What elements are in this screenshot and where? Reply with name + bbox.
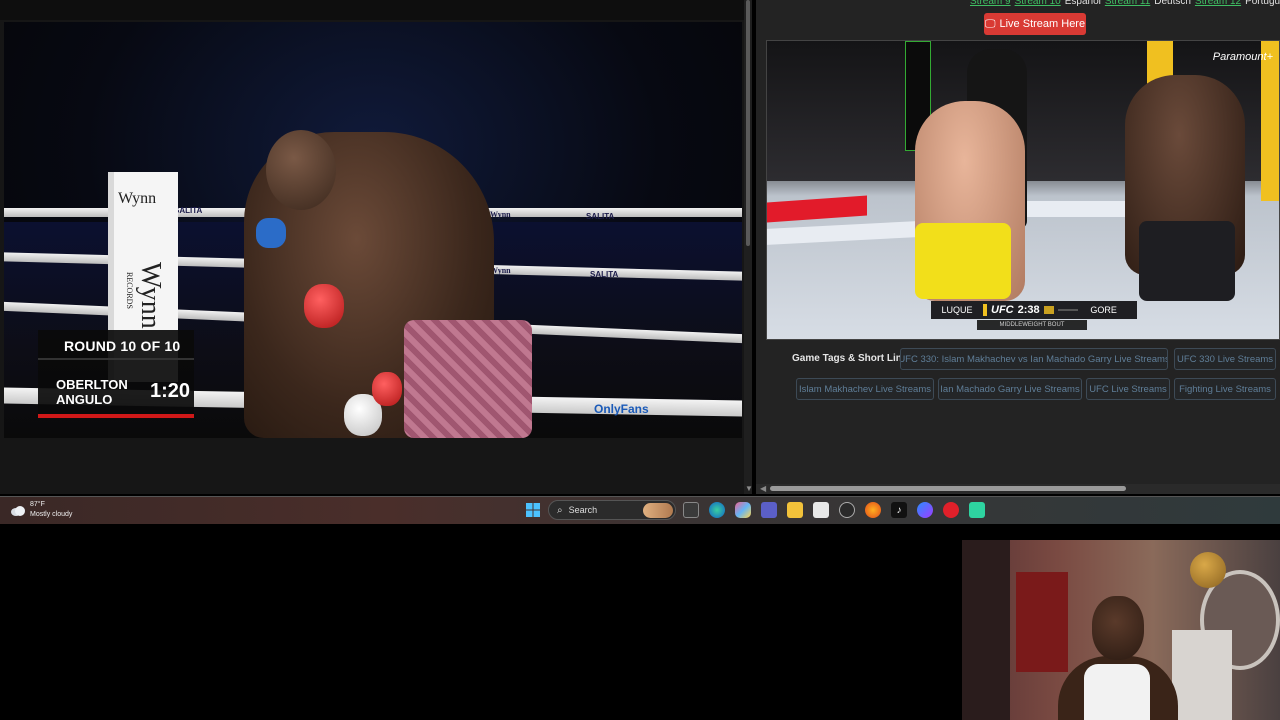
weather-temperature[interactable]: 87°F xyxy=(30,501,45,508)
ufc-fighter-right-shorts xyxy=(1139,221,1235,301)
blue-glove xyxy=(256,218,286,248)
stream-link-5[interactable]: Stream 12 xyxy=(1195,0,1241,7)
left-window-topbar xyxy=(0,0,744,20)
ufc-clock: 2:38 xyxy=(1017,304,1040,316)
firefox-icon[interactable] xyxy=(865,502,881,518)
stream-link-4[interactable]: Deutsch xyxy=(1154,0,1191,7)
webcam-person-head xyxy=(1092,596,1144,660)
tag-ufc330-main[interactable]: UFC 330: Islam Makhachev vs Ian Machado … xyxy=(900,348,1168,370)
tiktok-icon[interactable]: ♪ xyxy=(891,502,907,518)
tag-makhachev[interactable]: Islam Makhachev Live Streams xyxy=(796,378,934,400)
right-scrollbar-thumb[interactable] xyxy=(770,486,1126,491)
tag-fighting[interactable]: Fighting Live Streams xyxy=(1174,378,1276,400)
game-tags-label: Game Tags & Short Links: xyxy=(792,353,917,364)
messenger-icon[interactable] xyxy=(917,502,933,518)
green-app-icon[interactable] xyxy=(969,502,985,518)
webcam-shelf xyxy=(1172,630,1232,720)
live-stream-button-label: Live Stream Here xyxy=(999,18,1086,30)
opera-icon[interactable] xyxy=(943,502,959,518)
boxer-head xyxy=(266,130,336,210)
red-glove-left xyxy=(304,284,344,328)
rope-brand-onlyfans: OnlyFans xyxy=(594,402,649,416)
right-stream-page: Stream 9 Stream 10 Español Stream 11 Deutsch… xyxy=(756,0,1280,494)
post-brand-wynn-vertical: Wynn xyxy=(135,262,166,329)
store-icon[interactable] xyxy=(813,502,829,518)
tag-ufc330[interactable]: UFC 330 Live Streams xyxy=(1174,348,1276,370)
round-progress-icon xyxy=(1057,309,1078,311)
post-brand-records: RECORDS xyxy=(125,272,134,309)
webcam-dark-wall xyxy=(962,540,1010,720)
red-glove-right xyxy=(372,372,402,406)
ufc-logo: UFC xyxy=(991,304,1014,316)
boxing-scoreboard: ROUND 10 OF 10 OBERLTON ANGULO 1:20 xyxy=(38,330,194,418)
cage-banner-left xyxy=(767,221,917,245)
rope-brand-salita-2: SALITA xyxy=(586,212,615,221)
bout-label: MIDDLEWEIGHT BOUT xyxy=(977,320,1087,330)
left-scrollbar-thumb[interactable] xyxy=(746,0,750,246)
live-stream-button[interactable]: 🖵 Live Stream Here xyxy=(984,13,1086,35)
webcam-overlay xyxy=(962,540,1280,720)
scoreboard-divider xyxy=(38,358,194,360)
cage-banner-red xyxy=(767,195,867,223)
teams-icon[interactable] xyxy=(761,502,777,518)
stream-link-0[interactable]: Stream 9 xyxy=(970,0,1011,7)
rope-brand-wynn: Wynn xyxy=(490,210,511,219)
weather-description[interactable]: Mostly cloudy xyxy=(30,511,72,518)
fighter1-name: OBERLTON xyxy=(56,377,128,392)
search-highlight-icon xyxy=(643,503,673,518)
scroll-down-arrow-icon[interactable]: ▼ xyxy=(745,484,753,493)
left-stream-window: SALITA SALITA Wynn SALITA Wynn OnlyFans … xyxy=(0,0,752,494)
obs-icon[interactable] xyxy=(839,502,855,518)
round-indicator-icon xyxy=(1043,306,1054,314)
post-brand-wynn-top: Wynn xyxy=(118,190,157,207)
webcam-basketball xyxy=(1190,552,1226,588)
fighter2-name: ANGULO xyxy=(56,392,113,407)
broadcaster-watermark: Paramount+ xyxy=(1212,51,1273,63)
task-view-icon[interactable] xyxy=(683,502,699,518)
ufc-video-player[interactable]: Paramount+ LUQUE UFC 2:38 GORE MIDDLEWEI… xyxy=(766,40,1280,340)
webcam-red-poster xyxy=(1016,572,1068,672)
scroll-left-arrow-icon[interactable]: ◀ xyxy=(760,484,766,493)
tag-ufc[interactable]: UFC Live Streams xyxy=(1086,378,1170,400)
ufc-fighter1-name: LUQUE xyxy=(941,305,973,315)
webcam-person-shirt xyxy=(1084,664,1150,720)
screen: SALITA SALITA Wynn SALITA Wynn OnlyFans … xyxy=(0,0,1280,720)
copilot-icon[interactable] xyxy=(735,502,751,518)
stream-link-2[interactable]: Español xyxy=(1065,0,1101,7)
file-explorer-icon[interactable] xyxy=(787,502,803,518)
edge-icon[interactable] xyxy=(709,502,725,518)
round-clock: 1:20 xyxy=(149,380,190,402)
fighter1-color-marker xyxy=(983,304,987,316)
ufc-fighter2-name: GORE xyxy=(1090,305,1117,315)
taskbar-search-box[interactable]: ⌕ Search xyxy=(548,500,676,520)
rope-brand-salita: SALITA xyxy=(174,206,203,215)
yellow-pillar-right xyxy=(1261,41,1279,201)
ufc-scorebug: LUQUE UFC 2:38 GORE xyxy=(931,301,1137,319)
cloud-icon[interactable] xyxy=(10,505,26,517)
tag-machado-garry[interactable]: Ian Machado Garry Live Streams xyxy=(938,378,1082,400)
stream-link-3[interactable]: Stream 11 xyxy=(1105,0,1150,7)
stream-link-1[interactable]: Stream 10 xyxy=(1015,0,1061,7)
round-indicator: ROUND 10 OF 10 xyxy=(64,338,181,354)
ufc-fighter-left-shorts xyxy=(915,223,1011,299)
boxer-shorts xyxy=(404,320,532,438)
stream-links-bar: Stream 9 Stream 10 Español Stream 11 Deutsch… xyxy=(970,0,1280,7)
search-icon: ⌕ xyxy=(557,504,563,516)
monitor-icon: 🖵 xyxy=(984,17,996,30)
rope-brand-salita-3: SALITA xyxy=(590,270,619,279)
search-label: Search xyxy=(568,505,598,515)
stream-link-6[interactable]: Português xyxy=(1245,0,1280,7)
windows-start-icon[interactable] xyxy=(525,502,541,518)
